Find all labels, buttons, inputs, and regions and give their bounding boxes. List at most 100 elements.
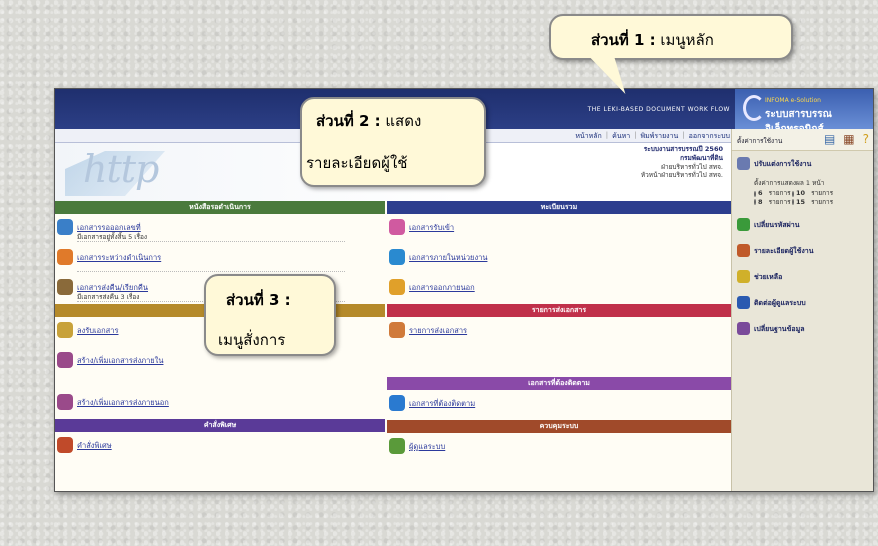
radio-10[interactable]: 10 รายการ (792, 189, 833, 198)
menu-item-admin[interactable]: ผู้ดูแลระบบ (387, 433, 731, 463)
radio-value: 8 (758, 197, 763, 206)
outgoing-icon (389, 279, 405, 295)
menu-item-in-progress[interactable]: เอกสารระหว่างดำเนินการ (55, 244, 385, 274)
menu-item-create-external[interactable]: สร้าง/เพิ่มเอกสารส่งภายนอก (55, 389, 385, 419)
right-sidebar: ตั้งค่าการใช้งาน ▤ ▦ ? ปรับแต่งการใช้งาน… (731, 129, 873, 491)
create-icon (57, 394, 73, 410)
internal-icon (389, 249, 405, 265)
menu-item-label: คำสั่งพิเศษ (77, 441, 112, 450)
divider (77, 271, 345, 272)
system-title: THE LEKI-BASED DOCUMENT WORK FLOW (587, 106, 730, 113)
user-icon (737, 244, 750, 258)
menu-home[interactable]: หน้าหลัก (575, 131, 601, 142)
right-column: ทะเบียนรวม เอกสารรับเข้า เอกสารภายในหน่ว… (387, 201, 731, 463)
settings-icon (737, 157, 750, 170)
sidebar-item-label: ติดต่อผู้ดูแลระบบ (754, 299, 806, 308)
database-icon (737, 322, 750, 336)
receive-icon (57, 322, 73, 338)
sidebar-top: ตั้งค่าการใช้งาน ▤ ▦ ? (732, 129, 873, 151)
callout-part-3: ส่วนที่ 3 : เมนูสั่งการ (204, 274, 336, 356)
page-size-label: ตั้งค่าการแสดงผล 1 หน้า (754, 179, 825, 187)
page-size-options: ตั้งค่าการแสดงผล 1 หน้า 6 รายการ 10 รายก… (732, 177, 873, 212)
radio-dot (792, 190, 794, 197)
sidebar-item-contact-admin[interactable]: ติดต่อผู้ดูแลระบบ (732, 290, 873, 316)
logo-swirl-icon (743, 95, 765, 121)
sidebar-item-label: เปลี่ยนรหัสผ่าน (754, 221, 800, 230)
menu-item-outgoing[interactable]: เอกสารออกภายนอก (387, 274, 731, 304)
menu-item-tracking[interactable]: เอกสารที่ต้องติดตาม (387, 390, 731, 420)
callout-part-2: ส่วนที่ 2 : แสดง รายละเอียดผู้ใช้ (300, 97, 486, 187)
radio-unit: รายการ (811, 189, 834, 198)
help-icon (737, 270, 750, 284)
menu-item-label: สร้าง/เพิ่มเอกสารส่งภายใน (77, 356, 164, 365)
radio-value: 6 (758, 189, 763, 198)
callout-text: แสดง (380, 112, 422, 130)
section-header-pending: หนังสือรอดำเนินการ (55, 201, 385, 214)
menu-item-label: ลงรับเอกสาร (77, 326, 119, 335)
radio-unit: รายการ (811, 197, 834, 206)
radio-15[interactable]: 15 รายการ (792, 197, 833, 206)
help-icon[interactable]: ? (863, 132, 869, 146)
sidebar-item-label: เปลี่ยนฐานข้อมูล (754, 325, 805, 334)
banner-http-text: http (83, 147, 159, 191)
callout-text-line2: เมนูสั่งการ (218, 331, 286, 349)
document-icon (57, 249, 73, 265)
special-icon (57, 437, 73, 453)
sidebar-item-label: ปรับแต่งการใช้งาน (754, 160, 812, 168)
menu-item-label: เอกสารรับเข้า (409, 223, 455, 232)
tracking-icon (389, 395, 405, 411)
user-info-year: ระบบงานสารบรรณปี 2560 (643, 145, 723, 153)
divider (77, 241, 345, 242)
callout-title: ส่วนที่ 3 : (226, 291, 291, 309)
document-icon (57, 219, 73, 235)
app-logo[interactable]: INFOMA e-Solution ระบบสารบรรณอิเล็กทรอนิ… (735, 89, 873, 135)
sidebar-item-label: รายละเอียดผู้ใช้งาน (754, 247, 814, 256)
sidebar-item-user-details[interactable]: รายละเอียดผู้ใช้งาน (732, 238, 873, 264)
menu-item-incoming[interactable]: เอกสารรับเข้า (387, 214, 731, 244)
sidebar-item-change-password[interactable]: เปลี่ยนรหัสผ่าน (732, 212, 873, 238)
menu-logout[interactable]: ออกจากระบบ (689, 131, 730, 142)
radio-unit: รายการ (768, 197, 791, 206)
menu-item-awaiting-number[interactable]: เอกสารรอออกเลขที่ มีเอกสารอยู่ทั้งสิ้น 5… (55, 214, 385, 244)
menu-item-send-list[interactable]: รายการส่งเอกสาร (387, 317, 731, 347)
document-icon (57, 279, 73, 295)
user-info: ระบบงานสารบรรณปี 2560 กรมพัฒนาที่ดิน ฝ่า… (641, 145, 723, 180)
callout-title: ส่วนที่ 1 : (591, 31, 656, 49)
main-content: หนังสือรอดำเนินการ เอกสารรอออกเลขที่ มีเ… (55, 201, 731, 491)
callout-part-1: ส่วนที่ 1 : เมนูหลัก (549, 14, 793, 94)
menu-item-special[interactable]: คำสั่งพิเศษ (55, 432, 385, 462)
sidebar-item-change-database[interactable]: เปลี่ยนฐานข้อมูล (732, 316, 873, 342)
callout-title: ส่วนที่ 2 : (316, 112, 381, 130)
contact-icon (737, 296, 750, 310)
menu-item-label: รายการส่งเอกสาร (409, 326, 468, 335)
user-info-division: ฝ่ายบริหารทั่วไป สทจ. (661, 162, 723, 171)
radio-dot (754, 199, 756, 206)
sidebar-item-help[interactable]: ช่วยเหลือ (732, 264, 873, 290)
menu-separator: | (634, 131, 637, 139)
radio-6[interactable]: 6 รายการ (754, 189, 791, 198)
radio-unit: รายการ (768, 189, 791, 198)
callout-text: เมนูหลัก (655, 31, 714, 49)
incoming-icon (389, 219, 405, 235)
radio-value: 10 (796, 189, 806, 198)
sidebar-item-settings[interactable]: ปรับแต่งการใช้งาน (732, 151, 873, 177)
callout-text-line2: รายละเอียดผู้ใช้ (306, 154, 408, 172)
admin-icon (389, 438, 405, 454)
calendar-icon[interactable]: ▦ (843, 132, 854, 146)
chart-icon[interactable]: ▤ (824, 132, 835, 146)
sidebar-item-label: ช่วยเหลือ (754, 273, 783, 282)
key-icon (737, 218, 750, 232)
menu-item-internal[interactable]: เอกสารภายในหน่วยงาน (387, 244, 731, 274)
menu-item-label: เอกสารออกภายนอก (409, 283, 475, 292)
user-info-dept: กรมพัฒนาที่ดิน (680, 153, 723, 162)
menu-print-report[interactable]: พิมพ์รายงาน (641, 131, 679, 142)
section-header-send-list: รายการส่งเอกสาร (387, 304, 731, 317)
menu-item-label: สร้าง/เพิ่มเอกสารส่งภายนอก (77, 398, 169, 407)
section-header-admin: ควบคุมระบบ (387, 420, 731, 433)
radio-value: 15 (796, 197, 806, 206)
menu-item-label: เอกสารที่ต้องติดตาม (409, 399, 476, 408)
radio-8[interactable]: 8 รายการ (754, 197, 791, 206)
menu-item-label: เอกสารภายในหน่วยงาน (409, 253, 488, 262)
menu-search[interactable]: ค้นหา (612, 131, 630, 142)
